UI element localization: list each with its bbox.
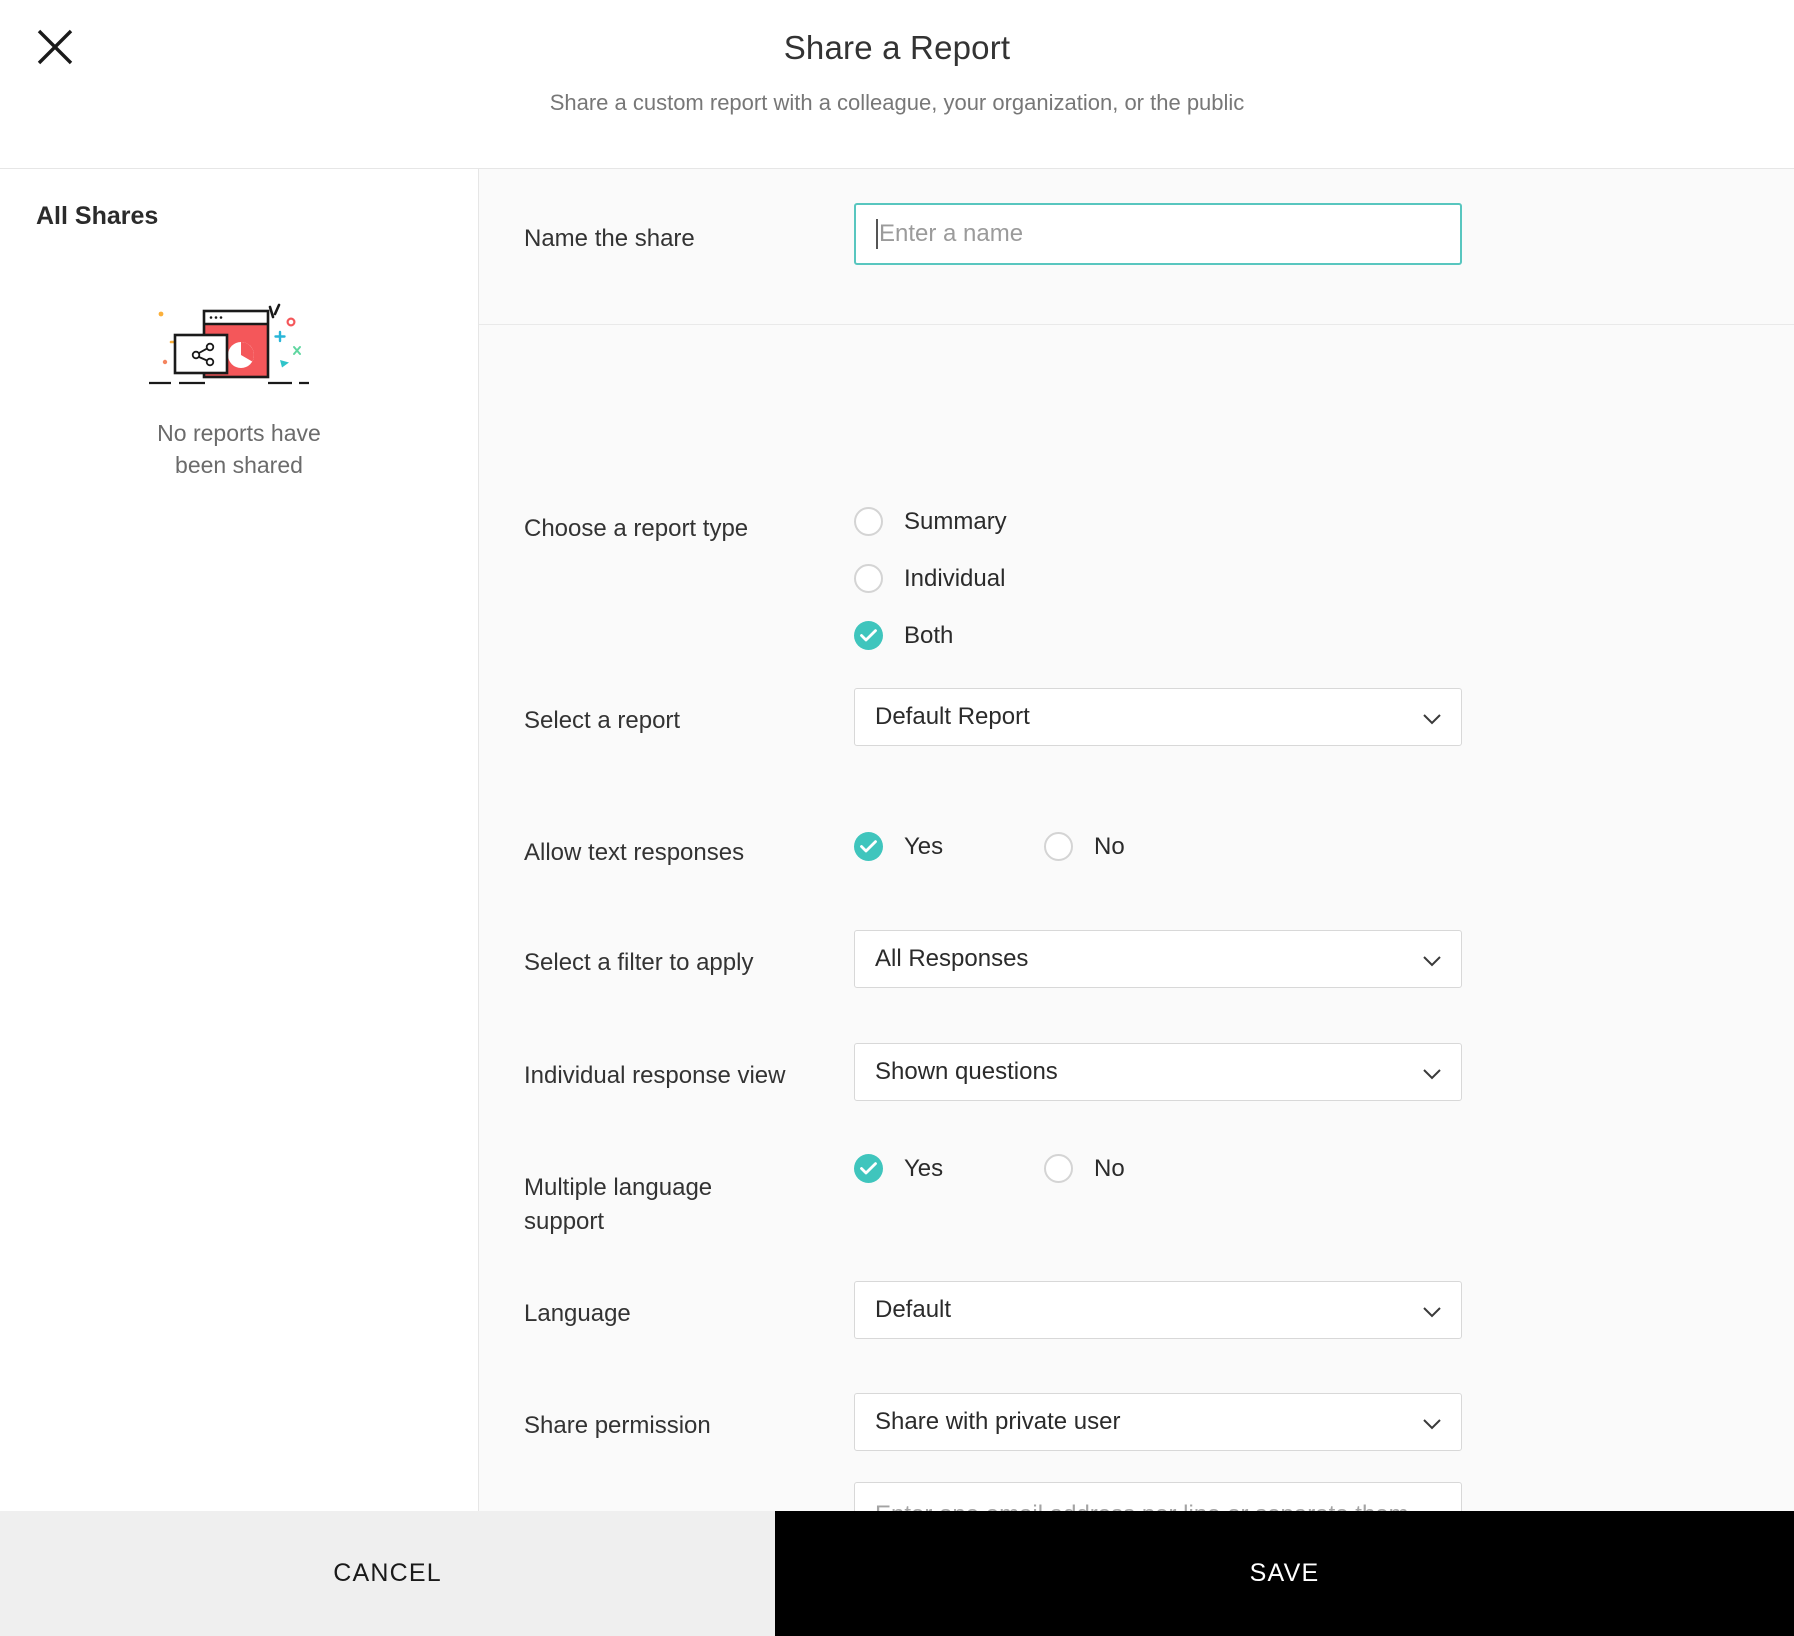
email-addresses-placeholder: Enter one email address per line or sepa… (875, 1501, 1409, 1511)
empty-state-line1: No reports have (157, 420, 321, 446)
allow-text-responses-no[interactable]: No (1044, 832, 1125, 861)
name-share-section: Name the share Enter a name (479, 169, 1794, 325)
page-title: Share a Report (783, 29, 1011, 66)
chevron-down-icon (1423, 954, 1441, 966)
save-button[interactable]: SAVE (775, 1511, 1794, 1636)
individual-response-view-value: Shown questions (875, 1058, 1058, 1085)
multiple-language-support-yes-label: Yes (904, 1154, 944, 1182)
chevron-down-icon (1423, 1067, 1441, 1079)
select-report-label: Select a report (524, 707, 681, 734)
multiple-language-support-label: Multiple language support (524, 1171, 784, 1239)
page-subtitle: Share a custom report with a colleague, … (549, 90, 1245, 115)
report-type-label: Choose a report type (524, 515, 749, 542)
multiple-language-support-label-line1: Multiple language (524, 1174, 713, 1201)
share-form-panel: Name the share Enter a name Choose a rep… (479, 169, 1794, 1511)
modal-header: Share a Report Share a custom report wit… (0, 0, 1794, 169)
report-type-option-label: Individual (904, 564, 1006, 592)
chevron-down-icon (1423, 1305, 1441, 1317)
name-share-input[interactable]: Enter a name (854, 203, 1462, 265)
radio-unchecked-icon (1044, 1154, 1073, 1183)
allow-text-responses-no-label: No (1094, 832, 1125, 860)
report-type-option-individual[interactable]: Individual (854, 564, 1005, 593)
all-shares-sidebar: All Shares No reports have been shared (0, 169, 479, 1511)
share-permission-label: Share permission (524, 1412, 711, 1439)
radio-checked-icon (854, 832, 883, 861)
chevron-down-icon (1423, 712, 1441, 724)
name-share-placeholder: Enter a name (879, 220, 1024, 247)
language-label: Language (524, 1300, 631, 1327)
cancel-button[interactable]: CANCEL (0, 1511, 775, 1636)
text-caret (876, 219, 878, 249)
report-type-option-label: Both (904, 621, 954, 649)
allow-text-responses-label: Allow text responses (524, 839, 745, 866)
language-value: Default (875, 1296, 952, 1323)
chevron-down-icon (1423, 1417, 1441, 1429)
individual-response-view-label: Individual response view (524, 1062, 786, 1089)
select-filter-label: Select a filter to apply (524, 949, 754, 976)
share-permission-value: Share with private user (875, 1408, 1121, 1435)
empty-state-line2: been shared (175, 452, 303, 478)
empty-state: No reports have been shared (0, 299, 478, 481)
report-type-option-label: Summary (904, 507, 1007, 535)
multiple-language-support-yes[interactable]: Yes (854, 1154, 943, 1183)
sidebar-title: All Shares (36, 202, 159, 230)
empty-state-text: No reports have been shared (157, 417, 321, 481)
multiple-language-support-label-line2: support (524, 1208, 605, 1235)
select-filter-value: All Responses (875, 945, 1029, 972)
language-dropdown[interactable]: Default (854, 1281, 1462, 1339)
allow-text-responses-yes-label: Yes (904, 832, 944, 860)
allow-text-responses-yes[interactable]: Yes (854, 832, 943, 861)
radio-checked-icon (854, 1154, 883, 1183)
select-filter-dropdown[interactable]: All Responses (854, 930, 1462, 988)
radio-unchecked-icon (854, 507, 883, 536)
modal-body: All Shares No reports have been shared N… (0, 169, 1794, 1511)
multiple-language-support-no-label: No (1094, 1154, 1125, 1182)
multiple-language-support-no[interactable]: No (1044, 1154, 1125, 1183)
report-type-option-summary[interactable]: Summary (854, 507, 1007, 536)
share-permission-dropdown[interactable]: Share with private user (854, 1393, 1462, 1451)
select-report-value: Default Report (875, 703, 1030, 730)
radio-unchecked-icon (1044, 832, 1073, 861)
name-share-label: Name the share (524, 225, 695, 252)
modal-footer: CANCEL SAVE (0, 1511, 1794, 1636)
share-report-illustration (149, 299, 329, 399)
individual-response-view-dropdown[interactable]: Shown questions (854, 1043, 1462, 1101)
radio-checked-icon (854, 621, 883, 650)
share-report-modal: Share a Report Share a custom report wit… (0, 0, 1794, 1636)
select-report-dropdown[interactable]: Default Report (854, 688, 1462, 746)
radio-unchecked-icon (854, 564, 883, 593)
email-addresses-input[interactable]: Enter one email address per line or sepa… (854, 1482, 1462, 1511)
report-type-option-both[interactable]: Both (854, 621, 953, 650)
